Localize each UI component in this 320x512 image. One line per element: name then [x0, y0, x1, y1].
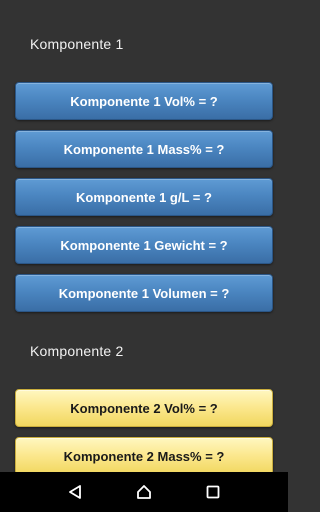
- main-content: Komponente 1 Komponente 1 Vol% = ? Kompo…: [0, 0, 288, 472]
- komponente1-gewicht-button[interactable]: Komponente 1 Gewicht = ?: [15, 226, 273, 264]
- home-icon: [137, 485, 151, 499]
- home-button[interactable]: [124, 472, 164, 512]
- app-screen: Komponente 1 Komponente 1 Vol% = ? Kompo…: [0, 0, 288, 512]
- recents-icon: [206, 485, 220, 499]
- section-title-komponente-2: Komponente 2: [30, 343, 124, 359]
- komponente1-vol-percent-button[interactable]: Komponente 1 Vol% = ?: [15, 82, 273, 120]
- back-icon: [68, 485, 81, 499]
- komponente1-mass-percent-button[interactable]: Komponente 1 Mass% = ?: [15, 130, 273, 168]
- komponente1-volumen-button[interactable]: Komponente 1 Volumen = ?: [15, 274, 273, 312]
- back-button[interactable]: [55, 472, 95, 512]
- recents-button[interactable]: [193, 472, 233, 512]
- section-title-komponente-1: Komponente 1: [30, 36, 124, 52]
- komponente2-mass-percent-button[interactable]: Komponente 2 Mass% = ?: [15, 437, 273, 472]
- komponente1-g-per-l-button[interactable]: Komponente 1 g/L = ?: [15, 178, 273, 216]
- system-navigation-bar: [0, 472, 288, 512]
- komponente2-vol-percent-button[interactable]: Komponente 2 Vol% = ?: [15, 389, 273, 427]
